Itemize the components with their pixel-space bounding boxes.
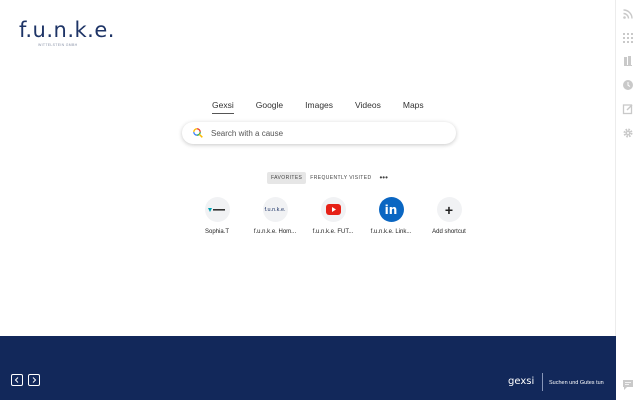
youtube-icon — [320, 197, 346, 222]
search-input[interactable] — [209, 127, 443, 139]
tab-maps[interactable]: Maps — [403, 100, 424, 114]
footer-tagline: Suchen und Gutes tun — [549, 380, 604, 386]
shortcut-funke-home[interactable]: f.u.n.k.e. f.u.n.k.e. Hom... — [246, 197, 304, 235]
shortcut-funke-linkedin[interactable]: in f.u.n.k.e. Link... — [362, 197, 420, 235]
next-button[interactable] — [28, 374, 40, 386]
favorites-tab[interactable]: FAVORITES — [267, 172, 307, 184]
shortcut-sophia[interactable]: Sophia.T — [188, 197, 246, 235]
funke-logo[interactable]: f.u.n.k.e. WITTELSTEIN GMBH — [19, 18, 115, 48]
previous-button[interactable] — [11, 374, 23, 386]
shortcut-grid: Sophia.T f.u.n.k.e. f.u.n.k.e. Hom... f.… — [188, 197, 478, 235]
search-icon — [193, 128, 203, 138]
notes-icon[interactable] — [622, 103, 634, 115]
logo-subtitle: WITTELSTEIN GMBH — [38, 43, 78, 47]
shortcut-label: Sophia.T — [204, 229, 229, 235]
shortcut-filter-row: FAVORITES FREQUENTLY VISITED ••• — [267, 172, 388, 184]
plus-icon: + — [436, 197, 462, 222]
frequently-visited-tab[interactable]: FREQUENTLY VISITED — [306, 172, 375, 184]
search-box[interactable] — [182, 122, 456, 144]
footer-banner — [0, 336, 616, 400]
shortcut-label: f.u.n.k.e. Hom... — [253, 229, 297, 235]
funke-logo-icon: f.u.n.k.e. — [262, 197, 288, 222]
history-icon[interactable] — [622, 79, 634, 91]
shortcut-label: f.u.n.k.e. Link... — [370, 229, 412, 235]
feedback-icon[interactable] — [622, 378, 634, 390]
settings-icon[interactable] — [622, 127, 634, 139]
search-engine-tabs: Gexsi Google Images Videos Maps — [212, 100, 446, 114]
shortcut-funke-youtube[interactable]: f.u.n.k.e. FUT... — [304, 197, 362, 235]
footer-divider — [542, 373, 543, 391]
shortcut-label: f.u.n.k.e. FUT... — [312, 229, 354, 235]
tab-gexsi[interactable]: Gexsi — [212, 100, 234, 114]
chevron-left-icon — [14, 377, 19, 383]
bookmarks-icon[interactable] — [622, 55, 634, 67]
tab-google[interactable]: Google — [256, 100, 283, 114]
more-options-button[interactable]: ••• — [380, 174, 388, 182]
sophia-logo-icon — [204, 197, 230, 222]
logo-text: f.u.n.k.e. — [19, 18, 115, 42]
shortcut-label: Add shortcut — [432, 229, 466, 235]
rss-icon[interactable] — [622, 8, 634, 20]
add-shortcut-button[interactable]: + Add shortcut — [420, 197, 478, 235]
tab-videos[interactable]: Videos — [355, 100, 381, 114]
gexsi-logo[interactable]: gexsi — [508, 376, 534, 387]
apps-grid-icon[interactable] — [622, 32, 634, 44]
linkedin-icon: in — [378, 197, 404, 222]
chevron-right-icon — [32, 377, 37, 383]
right-sidebar — [615, 0, 640, 400]
tab-images[interactable]: Images — [305, 100, 333, 114]
